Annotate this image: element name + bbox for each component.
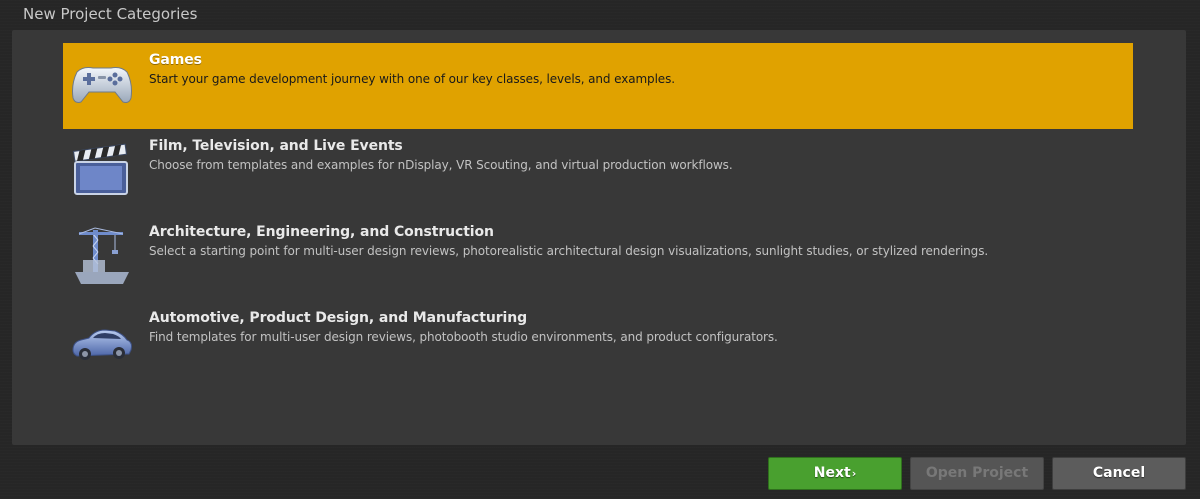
gamepad-icon (69, 54, 135, 114)
category-description: Choose from templates and examples for n… (149, 158, 733, 172)
category-title: Games (149, 52, 202, 68)
open-project-button[interactable]: Open Project (910, 457, 1044, 490)
crane-icon (69, 226, 135, 286)
next-button-label: Next (813, 465, 851, 481)
category-item-film[interactable]: Film, Television, and Live Events Choose… (63, 129, 1133, 215)
car-icon (69, 312, 135, 372)
category-item-automotive[interactable]: Automotive, Product Design, and Manufact… (63, 301, 1133, 387)
category-panel: Games Start your game development journe… (12, 30, 1186, 445)
category-description: Start your game development journey with… (149, 72, 675, 86)
cancel-button[interactable]: Cancel (1052, 457, 1186, 490)
category-title: Architecture, Engineering, and Construct… (149, 224, 494, 240)
category-item-architecture[interactable]: Architecture, Engineering, and Construct… (63, 215, 1133, 301)
cancel-button-label: Cancel (1092, 465, 1146, 481)
dialog-title: New Project Categories (23, 5, 198, 23)
category-description: Select a starting point for multi-user d… (149, 244, 989, 258)
chevron-right-icon: › (851, 467, 857, 480)
open-project-button-label: Open Project (925, 465, 1029, 481)
category-item-games[interactable]: Games Start your game development journe… (63, 43, 1133, 129)
next-button[interactable]: Next› (768, 457, 902, 490)
dialog-header: New Project Categories (0, 0, 1200, 30)
category-description: Find templates for multi-user design rev… (149, 330, 778, 344)
category-title: Automotive, Product Design, and Manufact… (149, 310, 527, 326)
category-list: Games Start your game development journe… (63, 43, 1133, 387)
category-title: Film, Television, and Live Events (149, 138, 403, 154)
clapperboard-icon (69, 140, 135, 200)
